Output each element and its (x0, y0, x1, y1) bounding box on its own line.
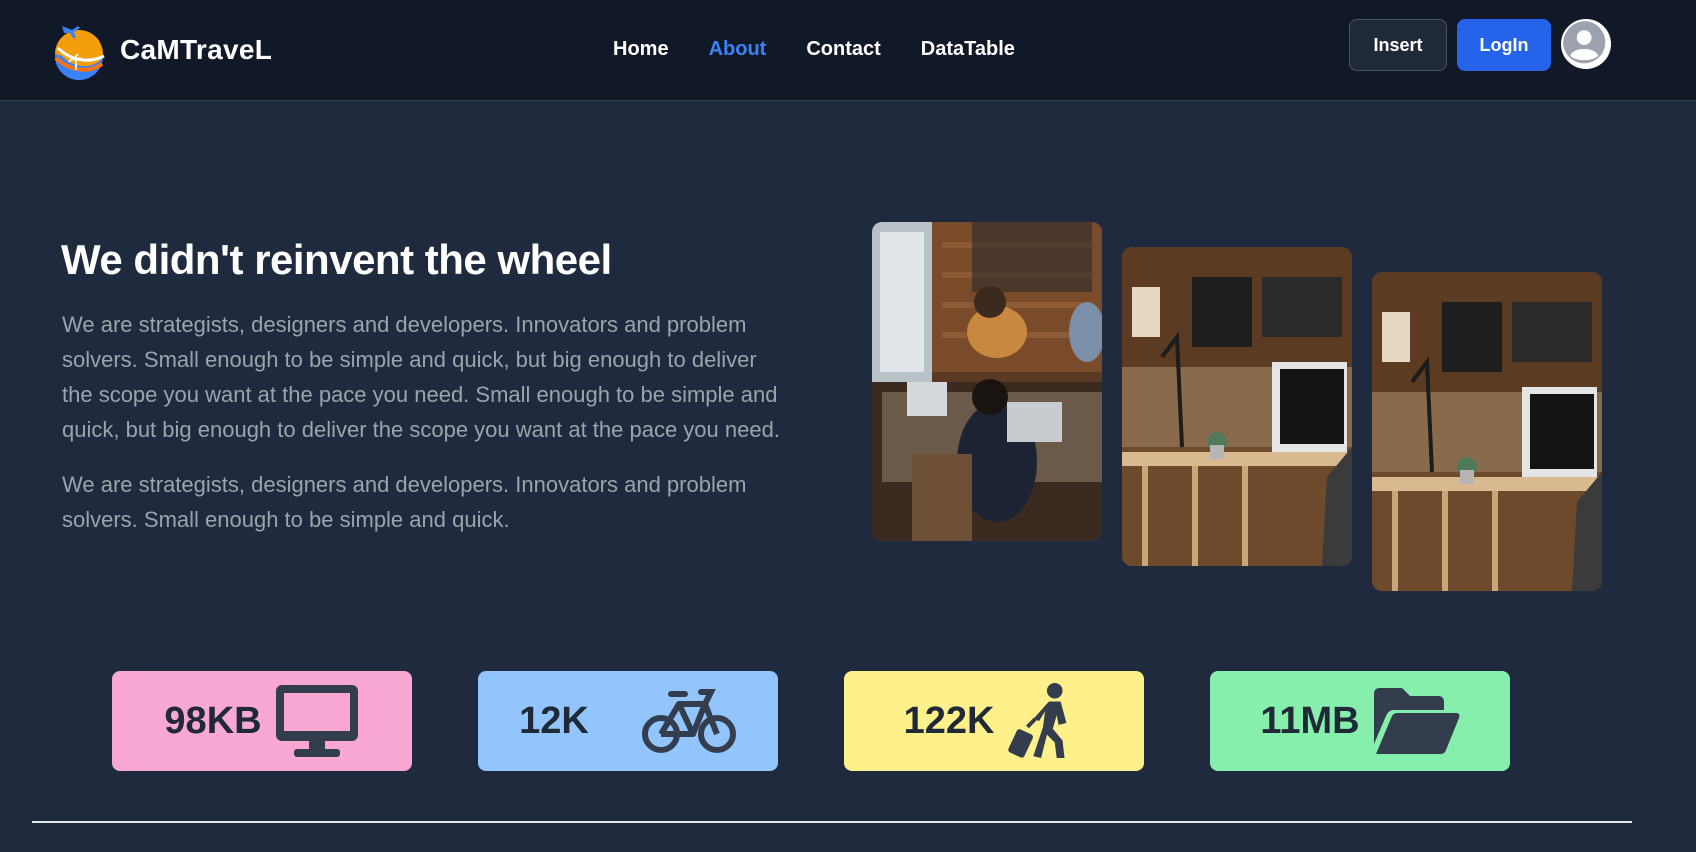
hero-title: We didn't reinvent the wheel (61, 236, 612, 283)
brand[interactable]: CaMTraveL (52, 20, 272, 80)
stat-value: 12K (519, 699, 589, 742)
traveler-luggage-icon (1006, 682, 1084, 760)
stat-card-folder: 11MB (1210, 671, 1510, 771)
nav-link-home[interactable]: Home (613, 38, 669, 61)
user-avatar-icon (1563, 21, 1606, 64)
stat-card-desktop: 98KB (112, 671, 412, 771)
login-button[interactable]: LogIn (1457, 19, 1551, 71)
nav-link-contact[interactable]: Contact (806, 38, 880, 61)
main-nav: Home About Contact DataTable (613, 38, 1055, 61)
stat-value: 122K (903, 699, 995, 742)
brand-logo-icon (54, 26, 105, 80)
stat-value: 11MB (1260, 699, 1360, 742)
stat-card-traveler: 122K (844, 671, 1144, 771)
insert-button[interactable]: Insert (1349, 19, 1447, 71)
bicycle-icon (641, 686, 737, 756)
section-divider (32, 821, 1632, 823)
user-avatar[interactable] (1561, 19, 1611, 69)
nav-link-datatable[interactable]: DataTable (921, 38, 1015, 61)
stat-value: 98KB (164, 699, 262, 742)
team-photo (872, 222, 1102, 541)
office-photo-2 (1372, 272, 1602, 591)
hero-paragraph-1: We are strategists, designers and develo… (62, 312, 780, 442)
nav-link-about[interactable]: About (709, 38, 767, 61)
folder-open-icon (1372, 686, 1460, 756)
navbar: CaMTraveL Home About Contact DataTable I… (0, 0, 1696, 101)
office-photo-1 (1122, 247, 1352, 566)
desktop-icon (274, 683, 360, 759)
brand-name: CaMTraveL (120, 34, 273, 65)
hero-paragraph-2: We are strategists, designers and develo… (62, 472, 747, 532)
stat-card-bicycle: 12K (478, 671, 778, 771)
